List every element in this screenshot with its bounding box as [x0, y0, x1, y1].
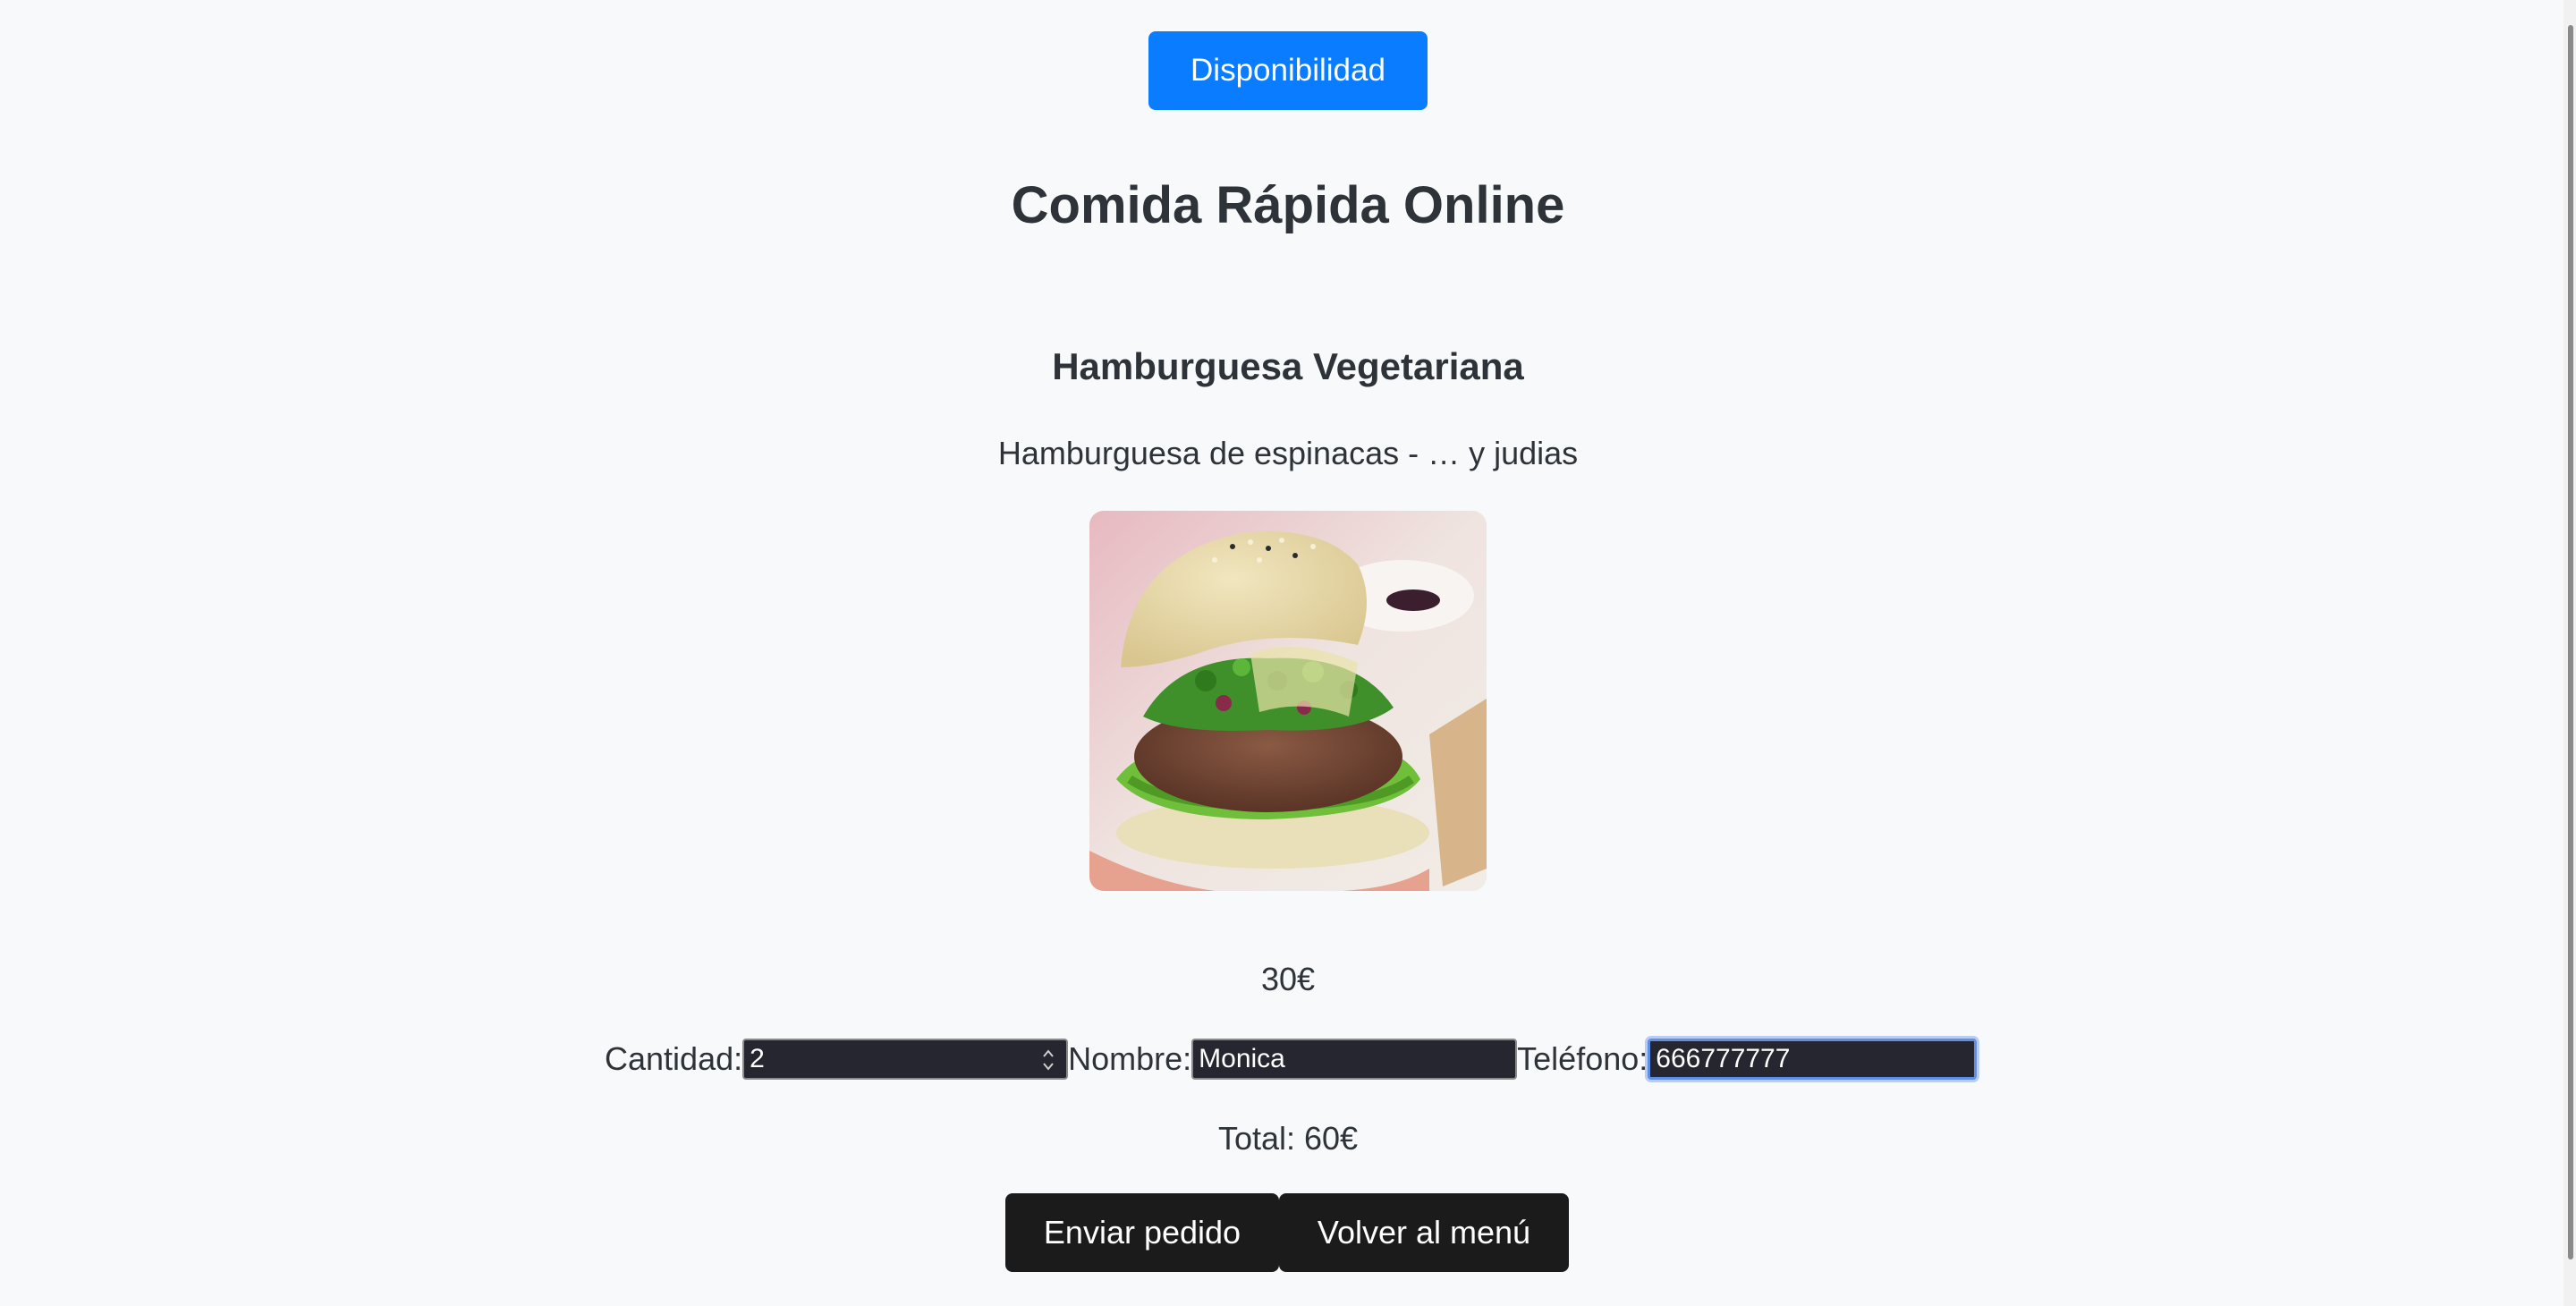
phone-field[interactable]: 666777777: [1648, 1039, 1978, 1080]
product-image: [1089, 511, 1487, 891]
name-value: Monica: [1199, 1044, 1285, 1073]
quantity-label: Cantidad:: [605, 1040, 743, 1077]
product-name: Hamburguesa Vegetariana: [1052, 345, 1524, 387]
product-description: Hamburguesa de espinacas - … y judias: [997, 435, 1579, 471]
order-total: Total: 60€: [1217, 1120, 1359, 1157]
veggie-burger-icon: [1089, 511, 1487, 891]
phone-label: Teléfono:: [1517, 1040, 1648, 1077]
page-title: Comida Rápida Online: [1011, 176, 1565, 234]
availability-button[interactable]: Disponibilidad: [1148, 31, 1428, 110]
order-form: Cantidad: 2 Nombre: Monica Teléfono: 666…: [605, 1033, 1978, 1085]
send-order-button[interactable]: Enviar pedido: [1005, 1193, 1279, 1272]
quantity-stepper[interactable]: 2: [742, 1039, 1069, 1080]
product-price: 30€: [1260, 961, 1316, 997]
quantity-value: 2: [750, 1044, 765, 1073]
action-buttons: Enviar pedido Volver al menú: [1005, 1193, 1569, 1272]
back-to-menu-button[interactable]: Volver al menú: [1279, 1193, 1569, 1272]
phone-value: 666777777: [1656, 1044, 1791, 1073]
name-label: Nombre:: [1068, 1040, 1192, 1077]
name-field[interactable]: Monica: [1191, 1039, 1518, 1080]
page: Disponibilidad Comida Rápida Online Hamb…: [0, 0, 2576, 1306]
stepper-arrows-icon[interactable]: [1039, 1044, 1057, 1076]
